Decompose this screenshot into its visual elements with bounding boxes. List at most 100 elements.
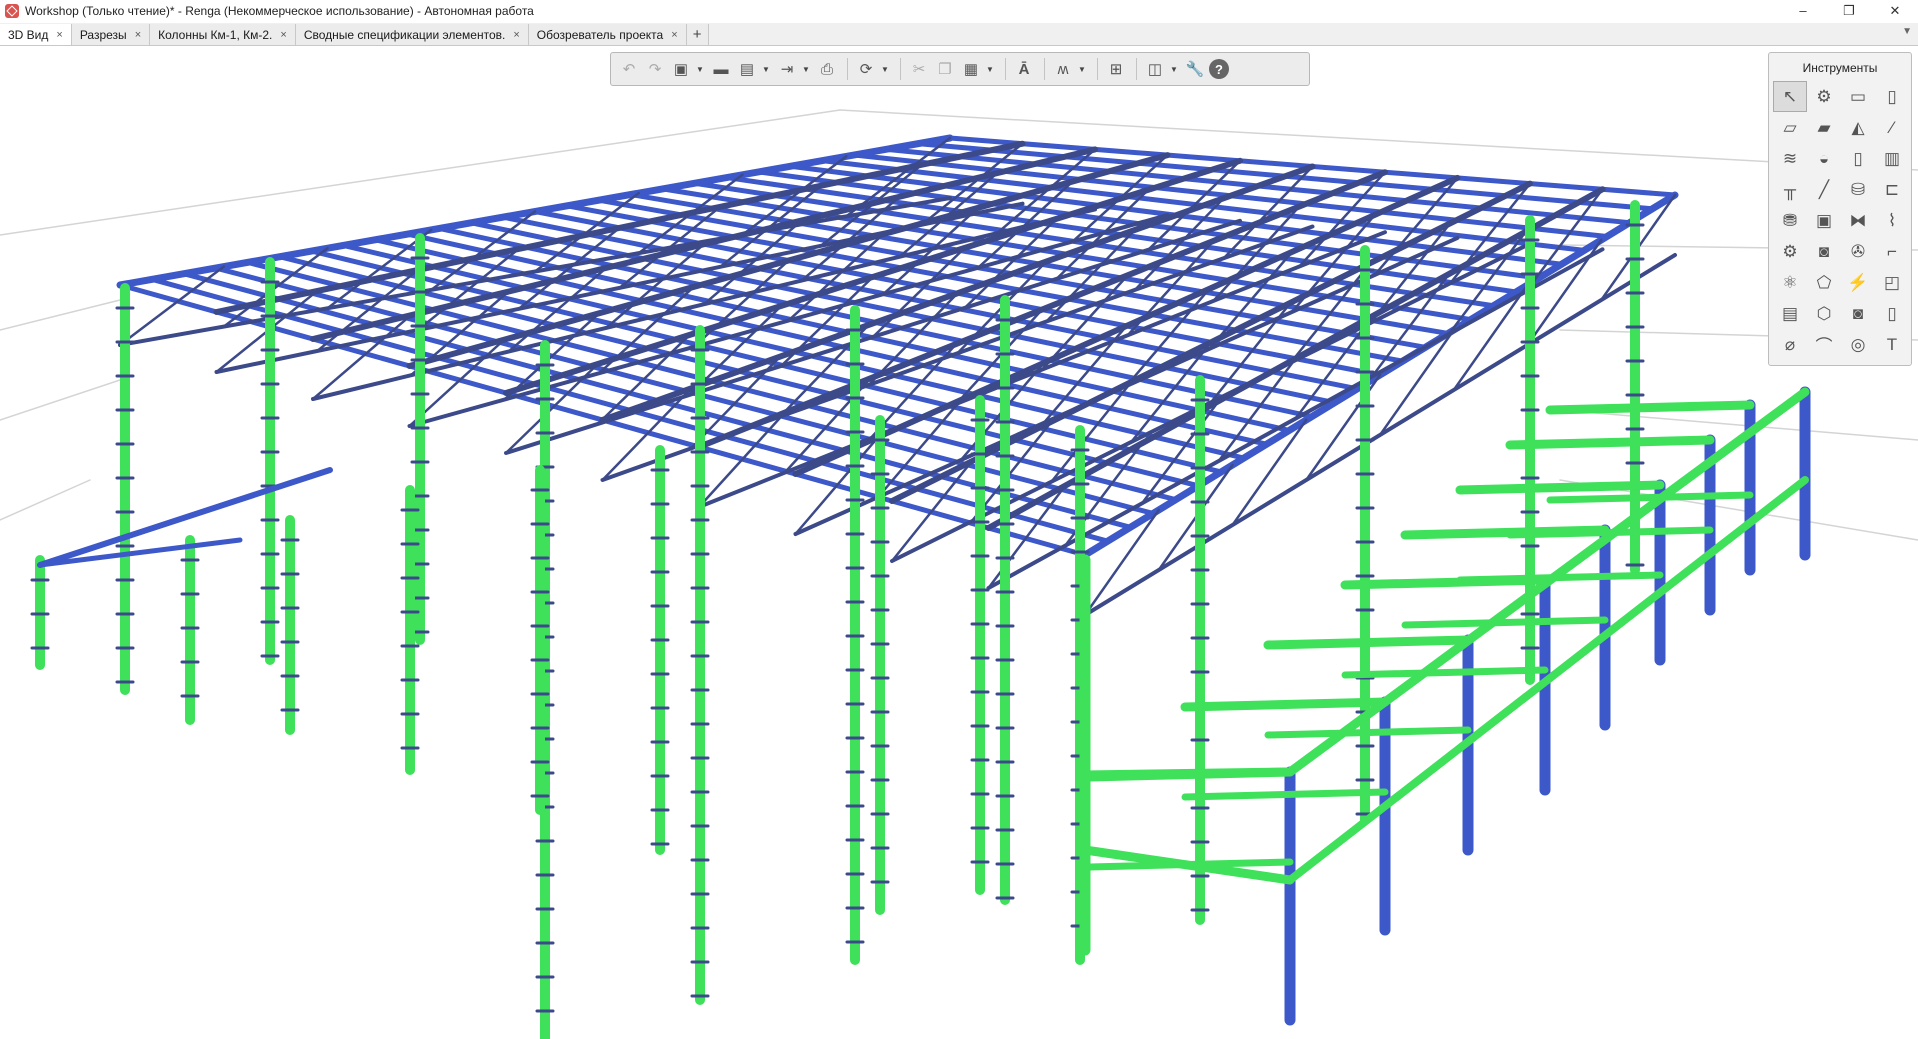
visibility-icon[interactable]: ◫ xyxy=(1143,57,1167,81)
level-icon[interactable]: ʍ xyxy=(1051,57,1075,81)
green-cross-beam xyxy=(1341,666,1549,679)
tab-project-explorer[interactable]: Обозреватель проекта × xyxy=(528,24,687,45)
opening-icon[interactable]: ◒ xyxy=(1807,143,1841,174)
valve-icon[interactable]: ⧓ xyxy=(1841,205,1875,236)
green-cross-beam xyxy=(1546,491,1754,504)
undo-icon[interactable]: ↶ xyxy=(617,57,641,81)
chevron-down-icon[interactable]: ▼ xyxy=(801,65,811,74)
beam-icon[interactable]: ⁄ xyxy=(1875,112,1909,143)
duct-icon[interactable]: ⊏ xyxy=(1875,174,1909,205)
help-icon[interactable]: ? xyxy=(1209,59,1229,79)
assembly-icon[interactable]: ⬡ xyxy=(1807,298,1841,329)
export-icon[interactable]: ⇥ xyxy=(775,57,799,81)
toolbar-separator xyxy=(900,58,901,80)
chevron-down-icon[interactable]: ▼ xyxy=(880,65,890,74)
elbow-icon[interactable]: ⌐ xyxy=(1875,236,1909,267)
instruments-grid: ↖ ⚙ ▭ ▯ ▱ ▰ ◭ ⁄ ≋ ◒ ▯ ▥ ╥ ╱ ⛁ ⊏ ⛃ ▣ ⧓ ⌇ … xyxy=(1773,81,1911,360)
open-folder-icon[interactable]: ▬ xyxy=(709,57,733,81)
tab-close-icon[interactable]: × xyxy=(56,29,62,41)
element-icon[interactable]: ◰ xyxy=(1875,267,1909,298)
column-icon[interactable]: ▭ xyxy=(1841,81,1875,112)
document-tab-bar: 3D Вид × Разрезы × Колонны Км-1, Км-2. ×… xyxy=(0,23,1918,46)
copy-icon[interactable]: ❐ xyxy=(933,57,957,81)
light-fixture-icon[interactable]: ◙ xyxy=(1841,298,1875,329)
toolbar-separator xyxy=(1005,58,1006,80)
green-cross-beam xyxy=(1456,571,1664,584)
window-title: Workshop (Только чтение)* - Renga (Неком… xyxy=(25,4,534,18)
grid-line xyxy=(0,379,121,421)
redo-icon[interactable]: ↷ xyxy=(643,57,667,81)
renga-app-icon xyxy=(5,4,19,18)
layers-icon[interactable]: ⊞ xyxy=(1104,57,1128,81)
tab-label: Колонны Км-1, Км-2. xyxy=(158,27,273,42)
3d-viewport[interactable] xyxy=(0,46,1918,1039)
floor-icon[interactable]: ▱ xyxy=(1773,112,1807,143)
toolbar-separator xyxy=(1097,58,1098,80)
slab-icon[interactable]: ▰ xyxy=(1807,112,1841,143)
title-bar: Workshop (Только чтение)* - Renga (Неком… xyxy=(0,0,1918,22)
minimize-button[interactable]: – xyxy=(1780,0,1826,22)
view-cube-icon[interactable]: ▣ xyxy=(669,57,693,81)
room-icon[interactable]: ▤ xyxy=(1773,298,1807,329)
structural-model-3d[interactable] xyxy=(0,46,1918,1039)
wall-icon[interactable]: ⚙ xyxy=(1807,81,1841,112)
tab-columns[interactable]: Колонны Км-1, Км-2. × xyxy=(150,24,296,45)
rebar-icon[interactable]: ≋ xyxy=(1773,143,1807,174)
fitting-icon[interactable]: ⌇ xyxy=(1875,205,1909,236)
tab-close-icon[interactable]: × xyxy=(280,29,286,41)
maximize-button[interactable]: ❐ xyxy=(1826,0,1872,22)
window-icon[interactable]: ▯ xyxy=(1875,81,1909,112)
chevron-down-icon[interactable]: ▼ xyxy=(761,65,771,74)
instruments-panel: Инструменты ↖ ⚙ ▭ ▯ ▱ ▰ ◭ ⁄ ≋ ◒ ▯ ▥ ╥ ╱ … xyxy=(1768,52,1912,366)
door-detail-icon[interactable]: ▯ xyxy=(1875,298,1909,329)
box-icon[interactable]: ▣ xyxy=(1807,205,1841,236)
toolbar-separator xyxy=(847,58,848,80)
toolbar-separator xyxy=(1136,58,1137,80)
truss-diagonal xyxy=(1526,238,1603,347)
plumbing-icon[interactable]: ⚛ xyxy=(1773,267,1807,298)
green-cross-beam xyxy=(1545,400,1755,415)
chevron-down-icon[interactable]: ▼ xyxy=(695,65,705,74)
tab-close-icon[interactable]: × xyxy=(671,29,677,41)
switch-icon[interactable]: ⚡ xyxy=(1841,267,1875,298)
stair-icon[interactable]: ▥ xyxy=(1875,143,1909,174)
tab-close-icon[interactable]: × xyxy=(513,29,519,41)
fan-icon[interactable]: ✇ xyxy=(1841,236,1875,267)
save-icon[interactable]: ▤ xyxy=(735,57,759,81)
green-cross-beam xyxy=(1086,858,1294,871)
lamp-icon[interactable]: ⬠ xyxy=(1807,267,1841,298)
hatch-icon[interactable]: ◎ xyxy=(1841,329,1875,360)
settings-wrench-icon[interactable]: 🔧 xyxy=(1183,57,1207,81)
line-icon[interactable]: ╱ xyxy=(1807,174,1841,205)
cut-icon[interactable]: ✂ xyxy=(907,57,931,81)
pipe-icon[interactable]: ⛃ xyxy=(1773,205,1807,236)
equipment-icon[interactable]: ⛁ xyxy=(1841,174,1875,205)
arc-icon[interactable]: ⌒ xyxy=(1807,329,1841,360)
orbit-icon[interactable]: ⟳ xyxy=(854,57,878,81)
tab-sections[interactable]: Разрезы × xyxy=(71,24,151,45)
print-icon[interactable]: ⎙ xyxy=(815,57,839,81)
electrical-icon[interactable]: ◙ xyxy=(1807,236,1841,267)
close-button[interactable]: ✕ xyxy=(1872,0,1918,22)
chevron-down-icon[interactable]: ▼ xyxy=(1169,65,1179,74)
tab-specifications[interactable]: Сводные спецификации элементов. × xyxy=(295,24,529,45)
paste-icon[interactable]: ▦ xyxy=(959,57,983,81)
select-icon[interactable]: ↖ xyxy=(1773,81,1807,112)
tab-3d-view[interactable]: 3D Вид × xyxy=(0,24,72,45)
roof-icon[interactable]: ◭ xyxy=(1841,112,1875,143)
door-icon[interactable]: ▯ xyxy=(1841,143,1875,174)
add-tab-button[interactable]: + xyxy=(686,24,709,45)
tab-list-dropdown-icon[interactable]: ▼ xyxy=(1902,26,1912,37)
dimension-icon[interactable]: ⌀ xyxy=(1773,329,1807,360)
chevron-down-icon[interactable]: ▼ xyxy=(985,65,995,74)
tab-label: Разрезы xyxy=(79,27,127,42)
text-icon[interactable]: T xyxy=(1875,329,1909,360)
tab-close-icon[interactable]: × xyxy=(135,29,141,41)
green-cross-beam xyxy=(1085,767,1295,782)
mechanical-icon[interactable]: ⚙ xyxy=(1773,236,1807,267)
railing-icon[interactable]: ╥ xyxy=(1773,174,1807,205)
grid-line xyxy=(0,299,121,331)
chevron-down-icon[interactable]: ▼ xyxy=(1077,65,1087,74)
green-cross-beam xyxy=(1455,480,1665,495)
text-style-icon[interactable]: Ā xyxy=(1012,57,1036,81)
